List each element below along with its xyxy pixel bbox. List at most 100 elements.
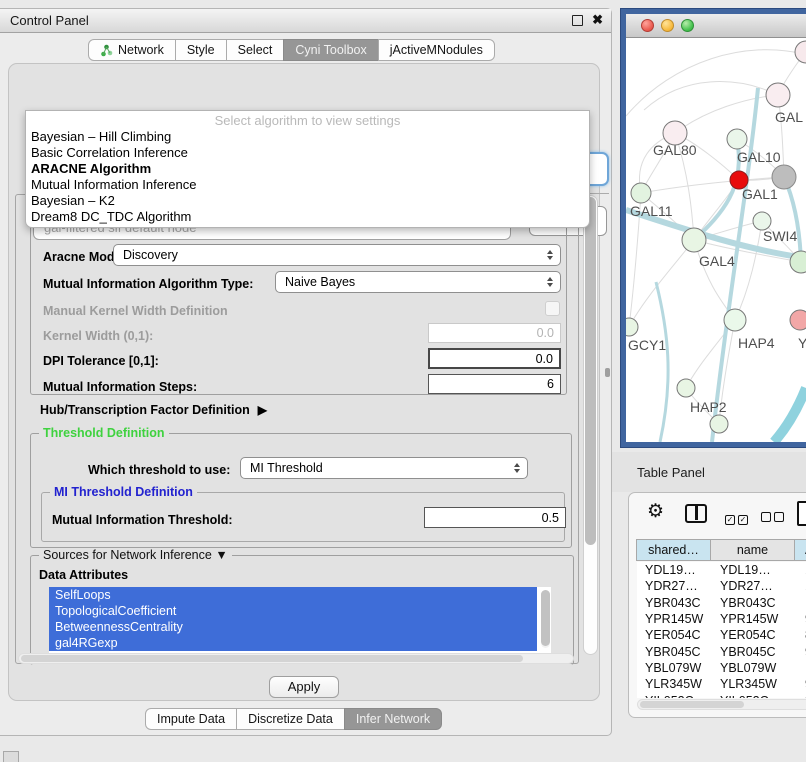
kernel-width-field[interactable]: 0.0 <box>428 323 561 343</box>
manual-kernel-checkbox[interactable] <box>545 301 560 316</box>
expand-right-icon[interactable]: ▶ <box>258 403 267 417</box>
collapse-down-icon[interactable]: ▼ <box>215 548 227 562</box>
column-header-shared-[interactable]: shared… <box>636 539 711 561</box>
table-cell: YPR145W <box>712 612 797 626</box>
tab-jactivemnodules[interactable]: jActiveMNodules <box>378 39 495 61</box>
settings-horizontal-scrollbar[interactable] <box>18 653 574 664</box>
tab-style[interactable]: Style <box>175 39 227 61</box>
network-window-titlebar <box>626 14 806 38</box>
node-label: GCY1 <box>628 337 666 353</box>
algorithm-option[interactable]: Bayesian – K2 <box>31 193 589 209</box>
report-icon[interactable] <box>797 501 806 526</box>
data-attribute-item[interactable]: BetweennessCentrality <box>49 619 537 635</box>
gear-icon[interactable]: ⚙ <box>647 500 664 523</box>
minimize-button[interactable] <box>661 19 674 32</box>
table-row[interactable]: YPR145WYPR145W9. <box>637 611 806 627</box>
deselect-all-icon[interactable] <box>761 509 787 527</box>
split-view-icon[interactable] <box>685 504 707 523</box>
table-cell: 9. <box>797 694 806 698</box>
close-icon[interactable]: ✖ <box>592 12 603 28</box>
algorithm-option-list: Bayesian – Hill ClimbingBasic Correlatio… <box>26 129 589 225</box>
collapsed-panel-icon[interactable] <box>3 751 19 762</box>
tab-select[interactable]: Select <box>226 39 285 61</box>
tab-discretize-data[interactable]: Discretize Data <box>236 708 345 730</box>
list-scrollbar[interactable] <box>541 590 550 648</box>
network-view-window: GALGAL80GAL10GAL1GAL11SWI4GAL4GCY1HAP4YH… <box>620 8 806 448</box>
algorithm-option[interactable]: Bayesian – Hill Climbing <box>31 129 589 145</box>
mi-type-label: Mutual Information Algorithm Type: <box>43 277 253 291</box>
column-header-a[interactable]: A <box>794 539 806 561</box>
table-row[interactable]: YBR043CYBR043C <box>637 595 806 611</box>
network-node[interactable] <box>677 379 695 397</box>
table-cell: YBR043C <box>712 596 797 610</box>
tab-label: Discretize Data <box>248 712 333 726</box>
network-canvas[interactable]: GALGAL80GAL10GAL1GAL11SWI4GAL4GCY1HAP4YH… <box>626 38 806 442</box>
table-row[interactable]: YIL052CYIL052C9. <box>637 692 806 698</box>
table-cell: YDR27… <box>712 579 797 593</box>
mi-type-value: Naive Bayes <box>285 275 355 289</box>
hub-tf-definition-toggle[interactable]: Hub/Transcription Factor Definition▶ <box>40 403 267 417</box>
table-row[interactable]: YBL079WYBL079W <box>637 660 806 676</box>
aracne-mode-combo[interactable]: Discovery <box>113 244 561 266</box>
tab-network[interactable]: Network <box>88 39 176 61</box>
settings-vertical-scrollbar[interactable] <box>583 195 598 655</box>
network-node[interactable] <box>631 183 651 203</box>
algorithm-option[interactable]: Dream8 DC_TDC Algorithm <box>31 209 589 225</box>
network-node[interactable] <box>710 415 728 433</box>
network-node[interactable] <box>724 309 746 331</box>
network-node[interactable] <box>795 41 806 63</box>
table-row[interactable]: YBR045CYBR045C9. <box>637 643 806 659</box>
table-row[interactable]: YER054CYER054C8. <box>637 627 806 643</box>
network-node[interactable] <box>727 129 747 149</box>
tab-label: Select <box>238 43 273 57</box>
network-node[interactable] <box>626 318 638 336</box>
data-attribute-item[interactable]: gal4RGexp <box>49 635 537 651</box>
data-attributes-list[interactable]: SelfLoopsTopologicalCoefficientBetweenne… <box>49 587 551 654</box>
network-icon <box>100 44 113 57</box>
mi-threshold-definition-group: MI Threshold Definition Mutual Informati… <box>41 492 565 542</box>
table-cell: YBR043C <box>637 596 712 610</box>
panel-divider-grip[interactable] <box>605 368 610 377</box>
mi-steps-field[interactable]: 6 <box>428 374 561 394</box>
dpi-tolerance-field[interactable]: 0.0 <box>428 348 561 369</box>
manual-kernel-label: Manual Kernel Width Definition <box>43 304 228 318</box>
table-panel-title: Table Panel <box>637 465 705 480</box>
table-row[interactable]: YDL19…YDL19…13 <box>637 562 806 578</box>
table-cell: 8. <box>797 628 806 642</box>
restore-icon[interactable] <box>572 15 583 26</box>
control-panel-tabs: Network Style Select Cyni ToolboxjActiveMNo… <box>88 39 495 61</box>
algorithm-option[interactable]: Mutual Information Inference <box>31 177 589 193</box>
table-cell: YBL079W <box>712 661 797 675</box>
algorithm-definition-group: Algorithm Definition Aracne Mode: Discov… <box>30 221 567 395</box>
network-node[interactable] <box>790 310 806 330</box>
zoom-button[interactable] <box>681 19 694 32</box>
control-panel-body: gal-filtered sif default node Select alg… <box>8 63 600 701</box>
tab-label: Impute Data <box>157 712 225 726</box>
dpi-tolerance-label: DPI Tolerance [0,1]: <box>43 354 159 368</box>
table-row[interactable]: YDR27…YDR27…12 <box>637 578 806 594</box>
close-button[interactable] <box>641 19 654 32</box>
network-node[interactable] <box>682 228 706 252</box>
desktop: Control Panel ✖ NetworkStyleSelectCyni T… <box>0 0 806 762</box>
table-horizontal-scrollbar[interactable] <box>637 699 806 710</box>
which-threshold-label: Which threshold to use: <box>88 463 230 477</box>
algorithm-option[interactable]: Basic Correlation Inference <box>31 145 589 161</box>
node-label: HAP2 <box>690 399 727 415</box>
apply-button[interactable]: Apply <box>269 676 339 698</box>
tab-infer-network[interactable]: Infer Network <box>344 708 442 730</box>
data-attribute-item[interactable]: SelfLoops <box>49 587 537 603</box>
table-row[interactable]: YLR345WYLR345W9. <box>637 676 806 692</box>
algorithm-option[interactable]: ARACNE Algorithm <box>31 161 589 177</box>
tab-cyni-toolbox[interactable]: Cyni Toolbox <box>283 39 378 61</box>
aracne-mode-value: Discovery <box>123 248 178 262</box>
mi-type-combo[interactable]: Naive Bayes <box>275 271 561 293</box>
data-attribute-item[interactable]: TopologicalCoefficient <box>49 603 537 619</box>
which-threshold-combo[interactable]: MI Threshold <box>240 457 528 479</box>
select-all-icon[interactable]: ✓✓ <box>725 509 751 527</box>
tab-impute-data[interactable]: Impute Data <box>145 708 237 730</box>
mi-threshold-field[interactable]: 0.5 <box>424 507 566 528</box>
column-header-name[interactable]: name <box>710 539 795 561</box>
network-node[interactable] <box>766 83 790 107</box>
table-cell: 9. <box>797 612 806 626</box>
tab-label: Network <box>118 43 164 57</box>
